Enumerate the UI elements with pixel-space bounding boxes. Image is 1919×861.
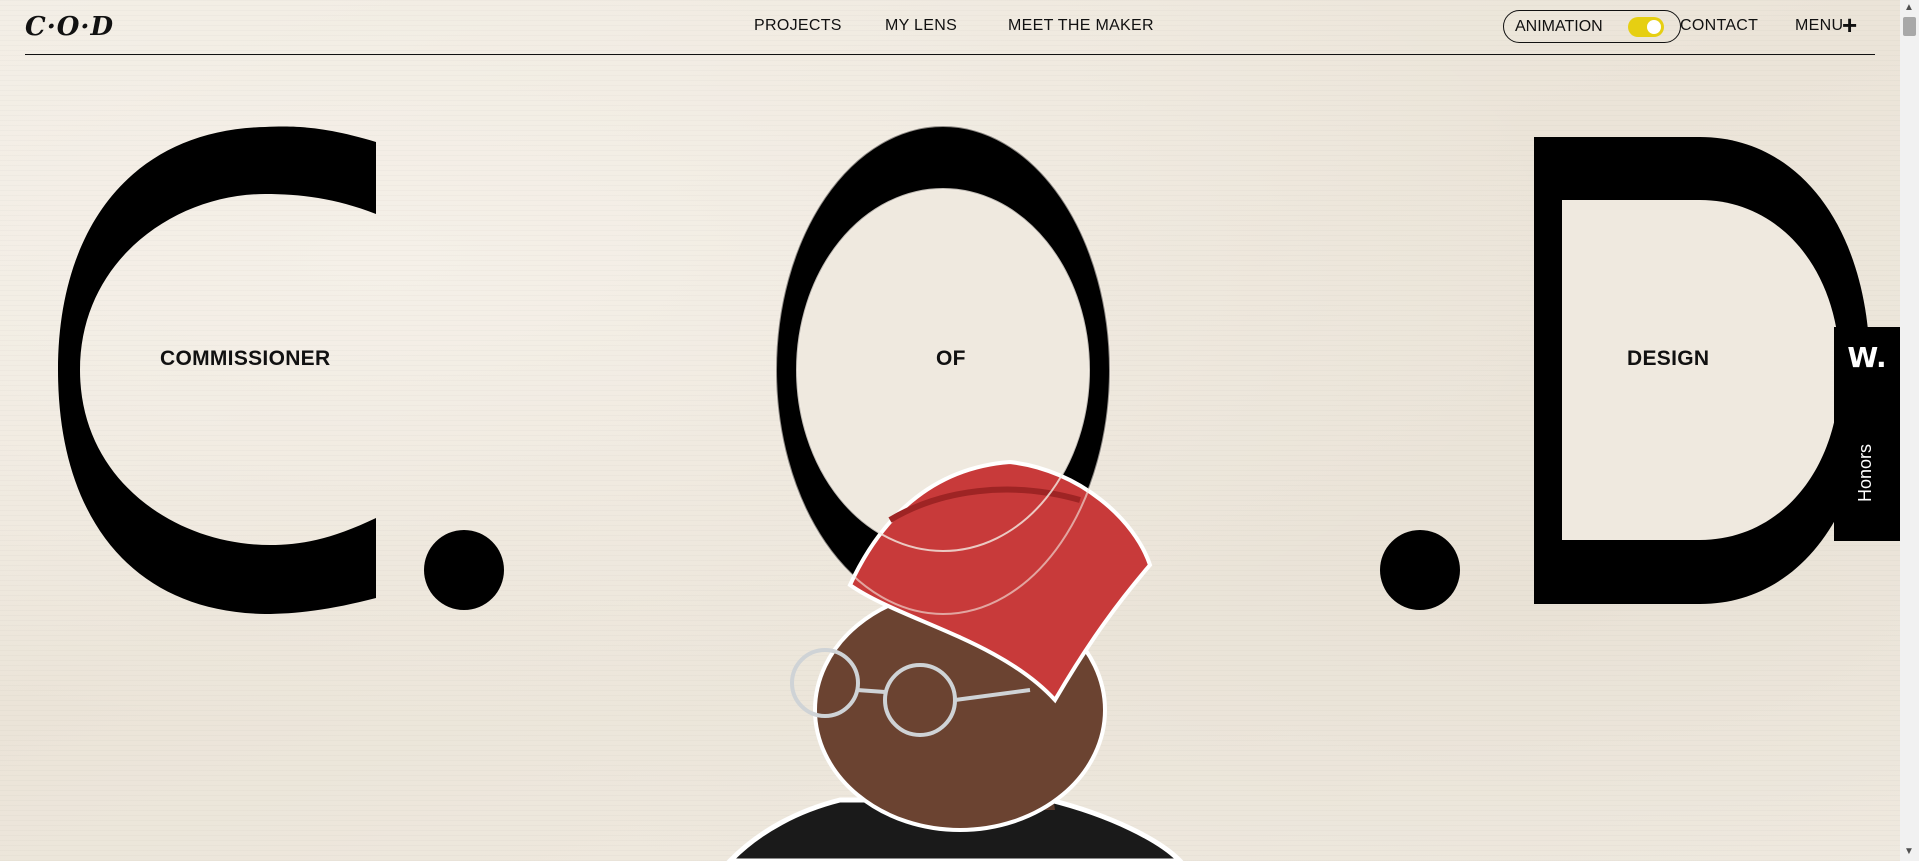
scroll-down-icon[interactable]: ▼ — [1904, 846, 1914, 857]
dot-2 — [1380, 530, 1460, 610]
scrollbar-thumb[interactable] — [1903, 17, 1916, 36]
word-of: OF — [936, 347, 966, 370]
honors-mark: W. — [1847, 341, 1887, 374]
honors-tab[interactable]: W. Honors — [1834, 327, 1900, 541]
word-commissioner: COMMISSIONER — [160, 347, 331, 370]
scroll-up-icon[interactable]: ▲ — [1904, 2, 1914, 13]
word-design: DESIGN — [1627, 347, 1710, 370]
dot-1 — [424, 530, 504, 610]
hero-letters — [58, 125, 1870, 861]
page-scrollbar[interactable]: ▲ ▼ — [1900, 0, 1919, 861]
honors-label: Honors — [1855, 443, 1875, 502]
